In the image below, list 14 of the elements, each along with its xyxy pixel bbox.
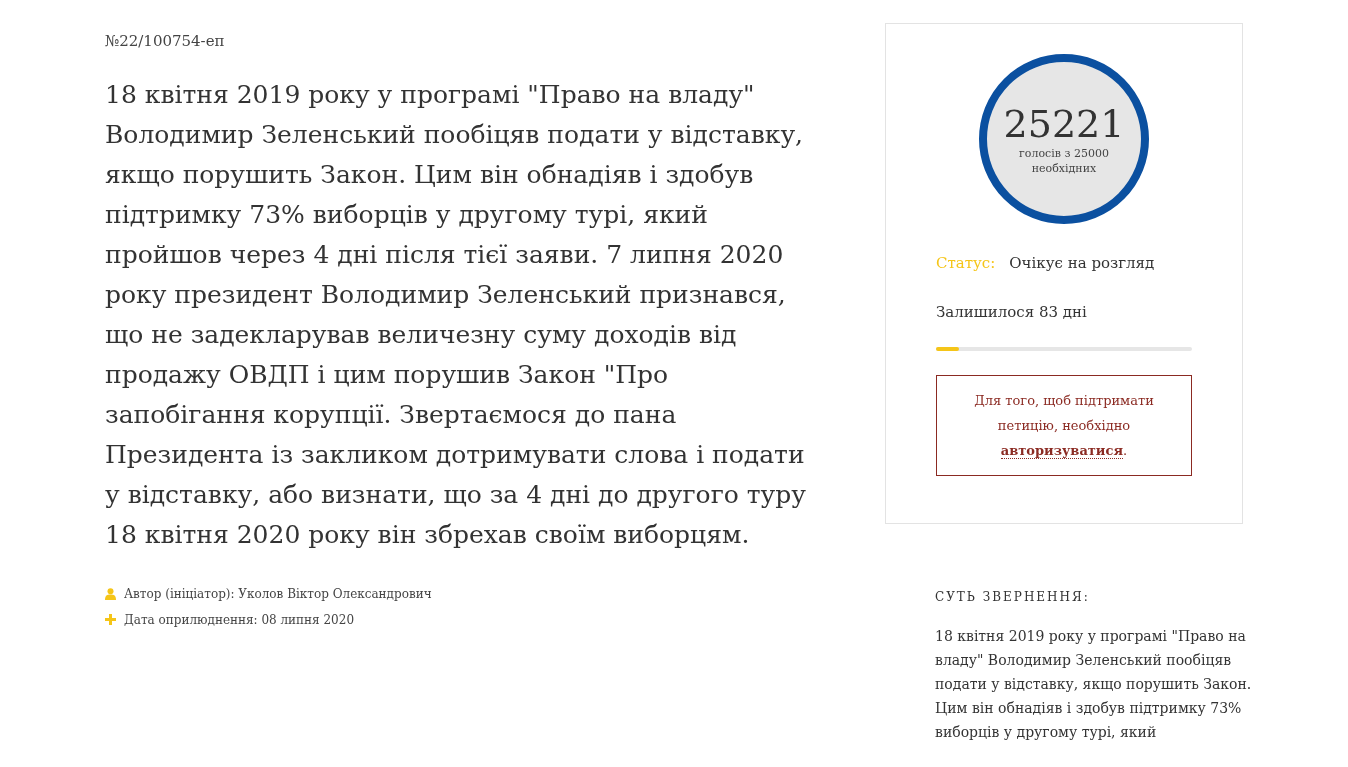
status-value: Очікує на розгляд: [1009, 253, 1155, 274]
meta-text: Дата оприлюднення: 08 липня 2020: [124, 611, 355, 629]
summary-text: 18 квітня 2019 року у програмі "Право на владу" Володимир Зеленський пообіцяв подати у відставку, якщо порушить Закон. Цим він обнадіяв і здобув підтримку 73% виборців у другому турі, який: [935, 627, 1253, 742]
petition-text: 18 квітня 2019 року у програмі "Право на владу" Володимир Зеленський пообіцяв подати у відставку, якщо порушить Закон. Цим він обнадіяв і здобув підтримку 73% виборців у другому турі, який пройшов через 4 дні після тієї заяви. 7 липня 2020 року президент Володимир Зеленський признався, що не задекларував величезну суму доходів від продажу ОВДП і цим порушив Закон "Про запобігання корупції. Звертаємося до пана Президента із закликом дотримувати слова і подати у відставку, або визнати, що за 4 дні до другого туру 18 квітня 2020 року він збрехав своїм виборцям.: [105, 78, 807, 551]
vote-caption: голосів з 25000 необхідних: [1018, 146, 1110, 176]
status-label: Статус:: [936, 253, 996, 274]
petition-number: №22/100754-еп: [105, 31, 226, 52]
auth-notice: Для того, щоб підтримати петицію, необхідно авторизуватися.: [973, 392, 1155, 461]
remaining-days: Залишилося 83 дні: [936, 300, 1192, 323]
person-icon: [105, 587, 116, 600]
plus-icon: [105, 614, 116, 625]
summary-heading: СУТЬ ЗВЕРНЕННЯ:: [935, 589, 1091, 606]
vote-count: 25221: [1003, 102, 1125, 146]
meta-text: Автор (ініціатор): Уколов Віктор Олександрович: [124, 585, 432, 603]
